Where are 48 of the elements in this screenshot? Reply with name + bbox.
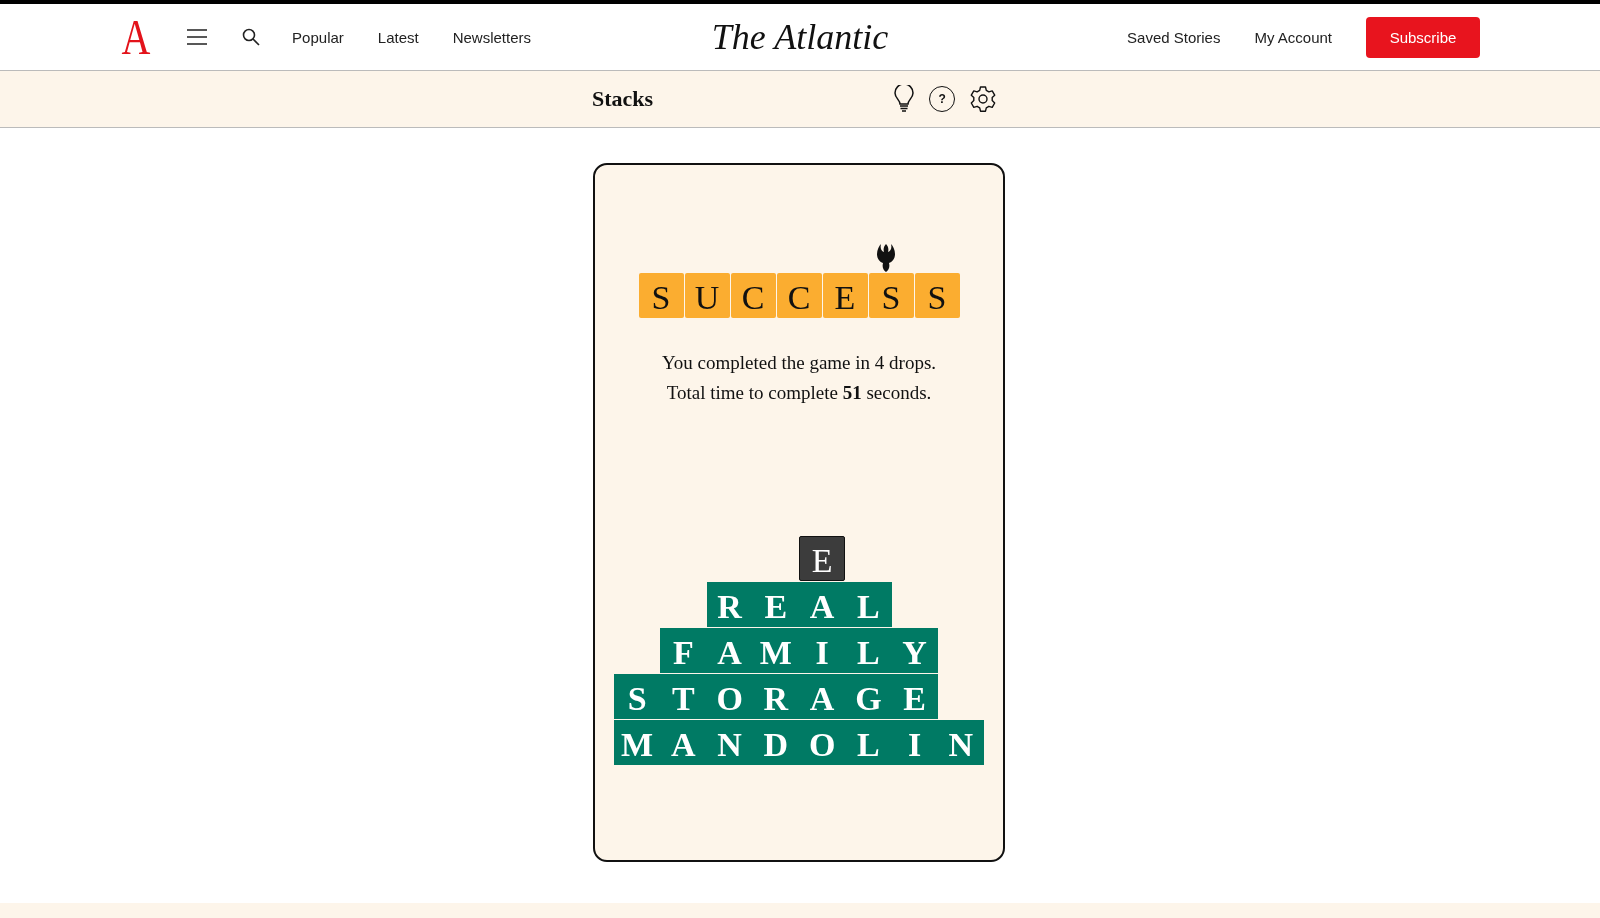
letter-tile: C <box>730 273 776 318</box>
letter-tile: A <box>706 628 753 673</box>
nav-link[interactable]: Newsletters <box>452 28 532 46</box>
letter-tile: D <box>752 720 799 765</box>
result-message: You completed the game in 4 drops. <box>661 352 937 374</box>
letter-tile: N <box>937 720 984 765</box>
letter-tile: L <box>845 720 892 765</box>
letter-tile: O <box>799 720 846 765</box>
letter-tile: R <box>752 674 799 719</box>
letter-tile: E <box>822 273 868 318</box>
letter-tile: L <box>845 582 892 627</box>
letter-tile: T <box>660 674 707 719</box>
letter-tile: I <box>891 720 938 765</box>
letter-tile: U <box>684 273 730 318</box>
game-title: Stacks <box>592 86 654 112</box>
letter-tile: R <box>706 582 753 627</box>
settings-icon[interactable] <box>969 85 998 113</box>
letter-tile: A <box>799 674 846 719</box>
letter-tile: A <box>660 720 707 765</box>
letter-tile: Y <box>891 628 938 673</box>
account-link[interactable]: My Account <box>1254 28 1332 46</box>
letter-tile: S <box>868 273 914 318</box>
account-link[interactable]: Saved Stories <box>1127 28 1221 46</box>
letter-tile: S <box>914 273 960 318</box>
subscribe-button[interactable]: Subscribe <box>1366 16 1480 58</box>
result-message: Total time to complete 51 seconds. <box>665 382 933 404</box>
falling-tile: E <box>799 536 846 581</box>
logo-mark[interactable]: A <box>121 12 151 62</box>
letter-tile: I <box>799 628 846 673</box>
lightbulb-icon[interactable] <box>893 85 916 113</box>
letter-tile: O <box>706 674 753 719</box>
letter-tile: A <box>799 582 846 627</box>
letter-tile: M <box>752 628 799 673</box>
letter-tile: E <box>891 674 938 719</box>
letter-tile: N <box>706 720 753 765</box>
letter-tile: L <box>845 628 892 673</box>
letter-tile: C <box>776 273 822 318</box>
letter-tile: G <box>845 674 892 719</box>
letter-tile: S <box>638 273 684 318</box>
letter-tile: F <box>660 628 707 673</box>
site-logo[interactable]: The Atlantic <box>711 16 889 58</box>
search-icon[interactable] <box>242 28 261 46</box>
nav-link[interactable]: Latest <box>377 28 419 46</box>
letter-tile: M <box>614 720 661 765</box>
menu-icon[interactable] <box>186 28 209 46</box>
nav-link[interactable]: Popular <box>292 28 344 46</box>
letter-tile: S <box>614 674 661 719</box>
letter-tile: E <box>752 582 799 627</box>
